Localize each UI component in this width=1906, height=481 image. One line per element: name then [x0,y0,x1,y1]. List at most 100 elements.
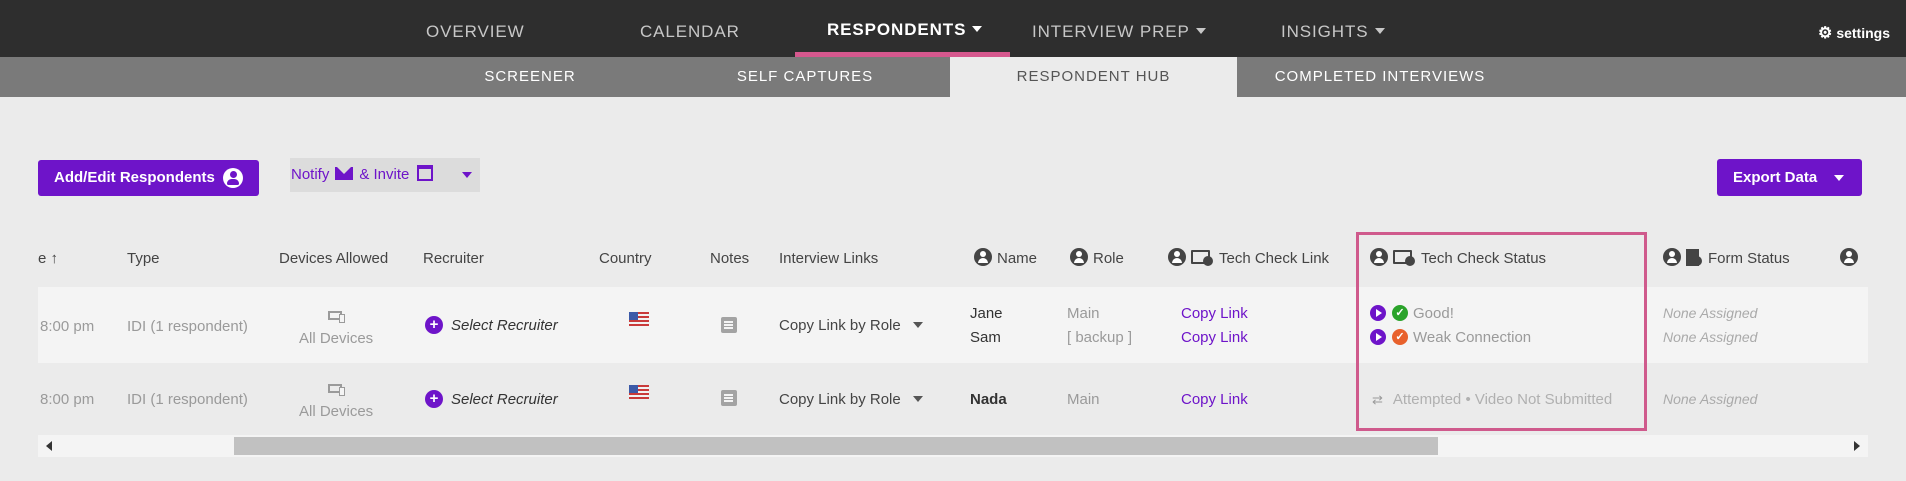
copy-link-by-role-label: Copy Link by Role [779,391,901,408]
invite-label: & Invite [359,166,410,183]
column-header-name: Name [974,230,1037,287]
nav-insights-label: INSIGHTS [1281,22,1369,41]
gear-icon: ⚙ [1817,25,1833,42]
nav-insights[interactable]: INSIGHTS [1281,0,1385,57]
person-icon [1168,248,1186,267]
notes-icon[interactable] [721,317,737,333]
export-data-button[interactable]: Export Data [1717,159,1862,196]
column-header-notes: Notes [710,250,750,267]
column-header-type: Type [127,250,160,267]
column-header-name-label: Name [997,250,1038,267]
nav-calendar[interactable]: CALENDAR [640,0,740,57]
check-badge-icon [1692,256,1702,267]
tech-check-status-label: Attempted • Video Not Submitted [1392,391,1613,408]
respondent-name: Sam [970,329,1001,346]
tech-check-copy-link[interactable]: Copy Link [1181,329,1248,346]
row-type: IDI (1 respondent) [127,391,248,408]
row-time: 8:00 pm [40,318,95,335]
tech-check-status-label: Good! [1413,305,1454,322]
subtab-screener[interactable]: SCREENER [455,57,605,97]
chevron-down-icon [972,25,983,32]
check-badge-icon [1405,256,1415,267]
us-flag-icon [629,312,649,326]
devices-icon [328,384,345,396]
respondents-table: e ↑ Type Devices Allowed Recruiter Count… [38,230,1868,435]
column-header-tech-status-label: Tech Check Status [1421,250,1547,267]
subtab-completed-interviews-label: COMPLETED INTERVIEWS [1274,68,1486,85]
copy-link-by-role-dropdown[interactable]: Copy Link by Role [779,317,923,334]
select-recruiter-button[interactable]: + Select Recruiter [425,390,558,409]
chevron-down-icon[interactable] [462,172,472,178]
subtab-self-captures-label: SELF CAPTURES [736,68,874,85]
subtab-respondent-hub[interactable]: RESPONDENT HUB [950,57,1237,97]
add-edit-respondents-label: Add/Edit Respondents [54,169,215,186]
row-devices: All Devices [299,403,374,420]
notes-icon[interactable] [721,390,737,406]
tech-check-copy-link[interactable]: Copy Link [1181,391,1248,408]
scroll-left-arrow-icon[interactable] [46,441,52,451]
add-edit-respondents-button[interactable]: Add/Edit Respondents [38,160,259,196]
scroll-right-arrow-icon[interactable] [1854,441,1860,451]
nav-respondents[interactable]: RESPONDENTS [827,0,983,57]
person-icon [1840,248,1858,267]
nav-overview-label: OVERVIEW [426,22,525,41]
chevron-down-icon [1834,175,1844,181]
subtab-screener-label: SCREENER [484,68,576,85]
sort-arrow-up-icon: ↑ [50,250,59,267]
nav-overview[interactable]: OVERVIEW [426,0,525,57]
tech-check-copy-link[interactable]: Copy Link [1181,305,1248,322]
settings-button[interactable]: ⚙ settings [1818,0,1890,57]
scrollbar-thumb[interactable] [234,437,1438,455]
column-header-time[interactable]: e ↑ [38,230,58,287]
notify-invite-button[interactable]: Notify & Invite [290,158,480,192]
play-icon[interactable] [1370,305,1386,322]
calendar-icon [417,165,434,182]
horizontal-scrollbar[interactable] [38,435,1868,457]
column-header-time-label: e [38,250,47,267]
column-header-recruiter: Recruiter [423,250,484,267]
respondent-role: Main [1067,305,1100,322]
subtab-completed-interviews[interactable]: COMPLETED INTERVIEWS [1260,57,1500,97]
retry-icon: ⇄ [1372,392,1383,407]
row-devices: All Devices [299,330,374,347]
column-header-extra [1840,230,1863,287]
chevron-down-icon [912,322,923,329]
select-recruiter-button[interactable]: + Select Recruiter [425,316,558,335]
table-row [38,287,1868,363]
subtab-self-captures[interactable]: SELF CAPTURES [720,57,890,97]
respondent-role: [ backup ] [1067,329,1133,346]
check-badge-icon [1203,256,1213,267]
warning-check-icon: ✓ [1392,329,1408,346]
sub-nav: SCREENER SELF CAPTURES RESPONDENT HUB CO… [0,57,1906,97]
row-type: IDI (1 respondent) [127,318,248,335]
us-flag-icon [629,385,649,399]
nav-interview-prep-label: INTERVIEW PREP [1032,22,1190,41]
chevron-down-icon [912,396,923,403]
select-recruiter-label: Select Recruiter [451,391,558,408]
form-status: None Assigned [1663,329,1758,345]
subtab-respondent-hub-label: RESPONDENT HUB [1016,68,1171,85]
tech-check-status: ✓ Good! [1370,305,1454,322]
nav-respondents-label: RESPONDENTS [827,20,967,39]
column-header-tech-link: Tech Check Link [1168,230,1329,287]
row-time: 8:00 pm [40,391,95,408]
copy-link-by-role-dropdown[interactable]: Copy Link by Role [779,391,923,408]
tech-check-status: ⇄ Attempted • Video Not Submitted [1372,391,1612,408]
column-header-form-status: Form Status [1663,230,1790,287]
column-header-tech-link-label: Tech Check Link [1219,250,1330,267]
add-icon: + [425,390,443,409]
add-icon: + [425,316,443,335]
play-icon[interactable] [1370,329,1386,346]
respondent-role: Main [1067,391,1100,408]
tech-check-status: ✓ Weak Connection [1370,329,1531,346]
notify-label: Notify [291,166,330,183]
column-header-form-status-label: Form Status [1708,250,1790,267]
respondent-name: Nada [970,391,1007,408]
select-recruiter-label: Select Recruiter [451,317,558,334]
column-header-tech-status: Tech Check Status [1370,230,1546,287]
mail-icon [335,166,354,180]
devices-icon [328,311,345,323]
person-icon [1070,248,1088,267]
nav-interview-prep[interactable]: INTERVIEW PREP [1032,0,1206,57]
tech-check-status-label: Weak Connection [1413,329,1532,346]
